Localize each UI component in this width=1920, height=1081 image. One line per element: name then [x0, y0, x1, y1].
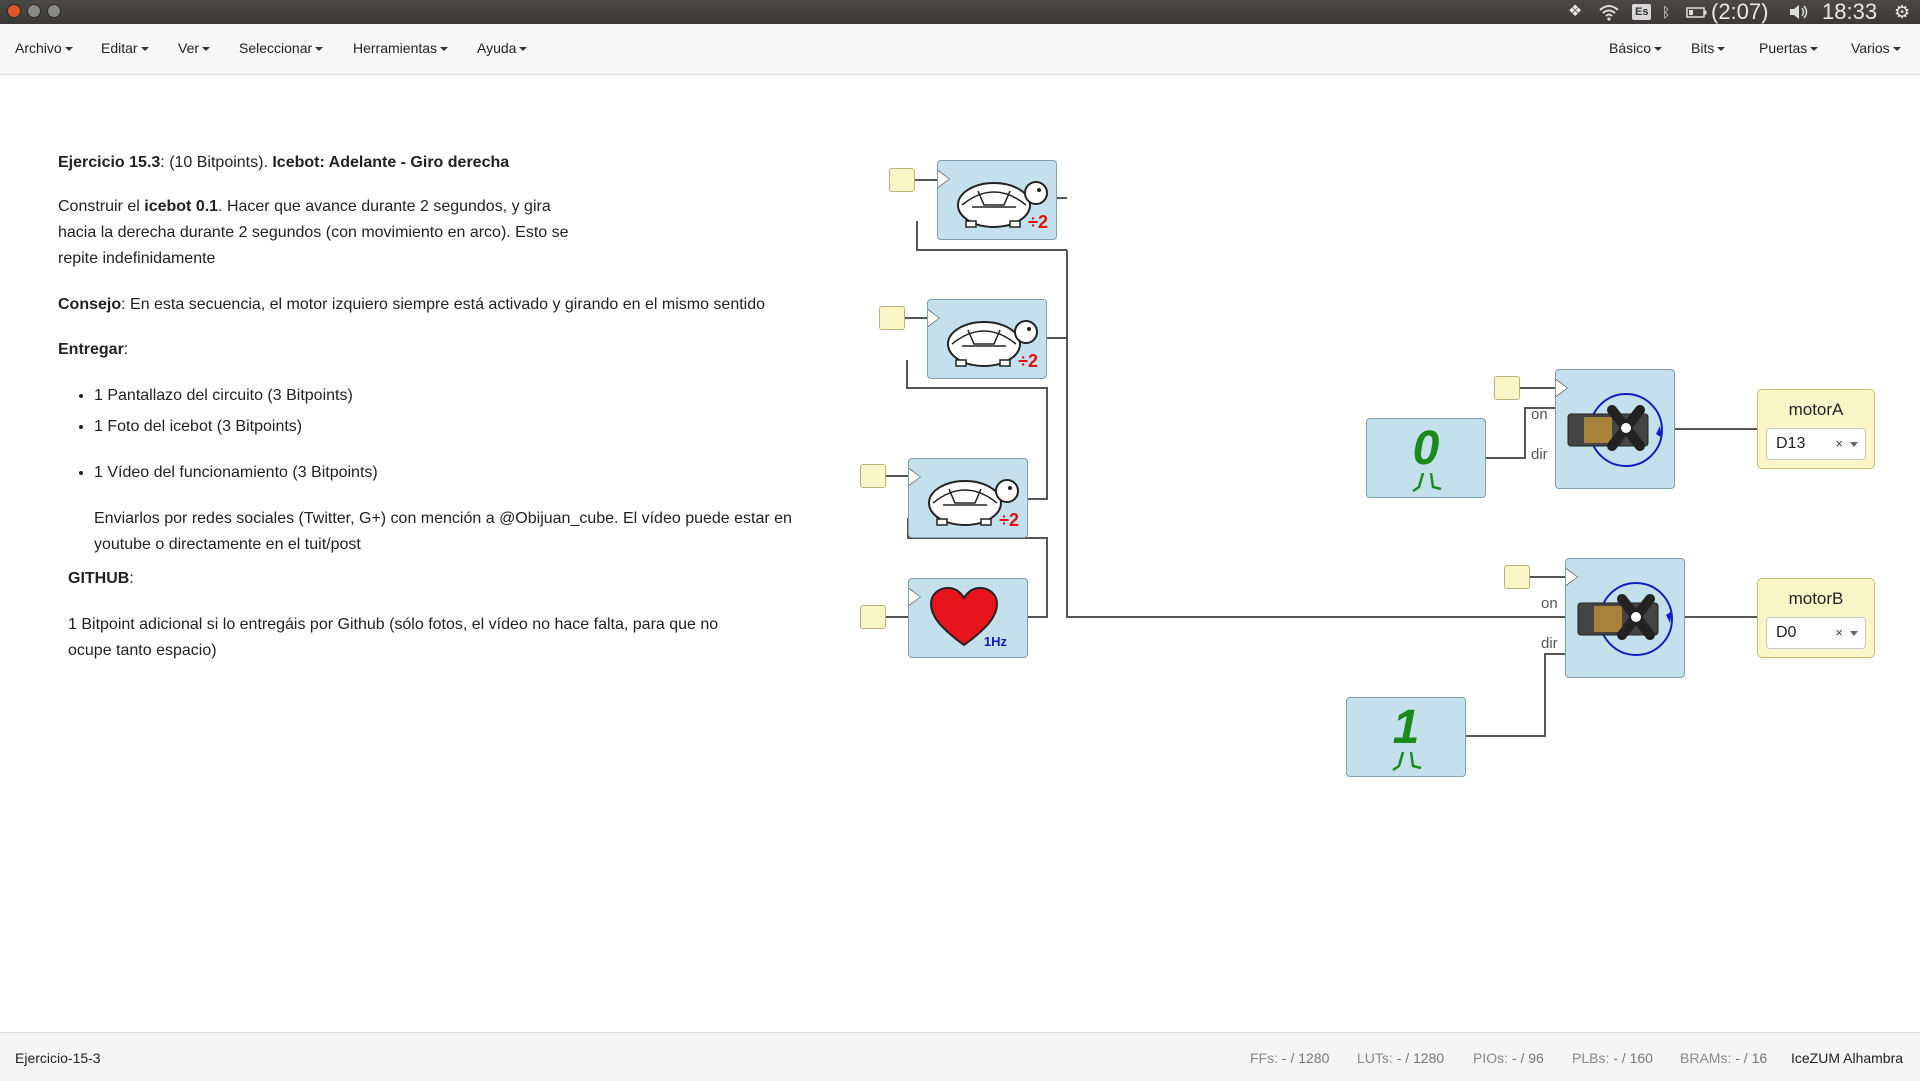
constant-value: 1	[1392, 701, 1420, 754]
project-name: Ejercicio-15-3	[15, 1050, 101, 1066]
port-label-dir: dir	[1531, 446, 1548, 463]
input-pin[interactable]	[879, 306, 905, 330]
exercise-title: Ejercicio 15.3: (10 Bitpoints). Icebot: …	[58, 154, 510, 171]
clear-icon[interactable]: ×	[1835, 429, 1843, 459]
dropbox-icon[interactable]: ❖	[1568, 0, 1582, 24]
chevron-down-icon	[1654, 47, 1663, 52]
wifi-icon[interactable]	[1598, 0, 1620, 24]
chevron-down-icon	[315, 47, 324, 52]
divider-label: ÷2	[1018, 351, 1038, 371]
menu-basico[interactable]: Básico	[1609, 40, 1663, 56]
github-heading: GITHUB:	[68, 570, 134, 587]
menu-varios[interactable]: Varios	[1851, 40, 1901, 56]
port-label-on: on	[1541, 595, 1558, 612]
list-item: 1 Vídeo del funcionamiento (3 Bitpoints)	[94, 460, 878, 486]
keyboard-layout-indicator[interactable]: Es	[1632, 4, 1652, 20]
chevron-down-icon	[1717, 47, 1726, 52]
window-close-button[interactable]	[7, 4, 21, 18]
board-selector[interactable]: IceZUM Alhambra	[1791, 1050, 1903, 1066]
prescaler-divider-block[interactable]: ÷2	[937, 160, 1057, 240]
deliverables-list: 1 Pantallazo del circuito (3 Bitpoints) …	[58, 383, 878, 486]
menu-herramientas[interactable]: Herramientas	[353, 40, 449, 56]
chevron-down-icon	[1892, 47, 1901, 52]
divider-label: ÷2	[1028, 212, 1048, 232]
info-text-block[interactable]: Ejercicio 15.3: (10 Bitpoints). Icebot: …	[58, 150, 878, 664]
constant-bit-block[interactable]: 1	[1346, 697, 1466, 777]
pios-usage: PIOs: - / 96	[1473, 1050, 1544, 1066]
battery-time: (2:07)	[1711, 0, 1769, 24]
output-port-block[interactable]: motorB D0 ×	[1757, 578, 1875, 658]
port-label-dir: dir	[1541, 635, 1558, 652]
chevron-down-icon	[202, 47, 211, 52]
divider-label: ÷2	[999, 510, 1019, 530]
output-name: motorA	[1788, 400, 1844, 419]
paragraph: Construir el icebot 0.1. Hacer que avanc…	[58, 198, 551, 215]
status-bar: Ejercicio-15-3 FFs: - / 1280 LUTs: - / 1…	[0, 1032, 1920, 1081]
menu-puertas[interactable]: Puertas	[1759, 40, 1819, 56]
chevron-down-icon	[140, 47, 149, 52]
servo-motor-block[interactable]	[1555, 369, 1675, 489]
output-name: motorB	[1788, 589, 1844, 608]
menu-bar: Archivo Editar Ver Seleccionar Herramien…	[0, 24, 1920, 75]
chevron-down-icon	[64, 47, 73, 52]
window-maximize-button[interactable]	[47, 4, 61, 18]
pin-select[interactable]: D0 ×	[1766, 617, 1866, 649]
deliver-heading: Entregar:	[58, 341, 129, 358]
input-pin[interactable]	[1494, 376, 1520, 400]
menu-seleccionar[interactable]: Seleccionar	[239, 40, 324, 56]
clear-icon[interactable]: ×	[1835, 618, 1843, 648]
menu-bits[interactable]: Bits	[1691, 40, 1726, 56]
brams-usage: BRAMs: - / 16	[1680, 1050, 1768, 1066]
servo-motor-block[interactable]	[1565, 558, 1685, 678]
pin-select-value: D13	[1776, 435, 1806, 452]
paragraph: youtube o directamente en el tuit/post	[94, 536, 361, 553]
battery-icon[interactable]	[1686, 0, 1708, 24]
input-pin[interactable]	[889, 168, 915, 192]
paragraph: repite indefinidamente	[58, 250, 216, 267]
ffs-usage: FFs: - / 1280	[1250, 1050, 1330, 1066]
constant-bit-block[interactable]: 0	[1366, 418, 1486, 498]
wire[interactable]	[1066, 250, 1565, 618]
settings-gear-icon[interactable]: ⚙	[1894, 0, 1910, 24]
paragraph: hacia la derecha durante 2 segundos (con…	[58, 224, 569, 241]
menu-ayuda[interactable]: Ayuda	[477, 40, 528, 56]
circuit-canvas[interactable]: ÷2 ÷2 ÷2 1Hz 0 1 on dir motorA D13 × on …	[0, 75, 1920, 1032]
input-pin[interactable]	[1504, 565, 1530, 589]
menu-editar[interactable]: Editar	[101, 40, 149, 56]
chevron-down-icon	[1810, 47, 1819, 52]
window-minimize-button[interactable]	[27, 4, 41, 18]
heartbeat-1hz-block[interactable]: 1Hz	[908, 578, 1028, 658]
menu-ver[interactable]: Ver	[178, 40, 211, 56]
servo-icon	[1577, 582, 1673, 656]
pin-select-value: D0	[1776, 624, 1797, 641]
paragraph: ocupe tanto espacio)	[68, 642, 217, 659]
menu-archivo[interactable]: Archivo	[15, 40, 73, 56]
chevron-down-icon[interactable]	[1850, 442, 1858, 447]
chevron-down-icon	[519, 47, 528, 52]
volume-icon[interactable]	[1788, 0, 1810, 24]
servo-icon	[1567, 393, 1663, 467]
wire[interactable]	[1465, 653, 1565, 737]
bluetooth-icon[interactable]: ᛒ	[1662, 0, 1670, 24]
list-item: 1 Foto del icebot (3 Bitpoints)	[94, 414, 878, 440]
legs-icon	[1392, 752, 1422, 772]
luts-usage: LUTs: - / 1280	[1357, 1050, 1445, 1066]
prescaler-divider-block[interactable]: ÷2	[927, 299, 1047, 379]
prescaler-divider-block[interactable]: ÷2	[908, 458, 1028, 538]
chevron-down-icon[interactable]	[1850, 631, 1858, 636]
frequency-label: 1Hz	[983, 634, 1007, 649]
paragraph: Enviarlos por redes sociales (Twitter, G…	[94, 510, 792, 527]
port-label-on: on	[1531, 406, 1548, 423]
legs-icon	[1412, 473, 1442, 493]
system-top-bar: ❖ Es ᛒ (2:07) 18:33 ⚙	[0, 0, 1920, 24]
clock[interactable]: 18:33	[1822, 0, 1877, 24]
chevron-down-icon	[440, 47, 449, 52]
output-port-block[interactable]: motorA D13 ×	[1757, 389, 1875, 469]
list-item: 1 Pantallazo del circuito (3 Bitpoints)	[94, 383, 878, 409]
plbs-usage: PLBs: - / 160	[1572, 1050, 1653, 1066]
pin-select[interactable]: D13 ×	[1766, 428, 1866, 460]
paragraph: 1 Bitpoint adicional si lo entregáis por…	[68, 616, 719, 633]
tip-paragraph: Consejo: En esta secuencia, el motor izq…	[58, 296, 766, 313]
constant-value: 0	[1412, 422, 1440, 475]
